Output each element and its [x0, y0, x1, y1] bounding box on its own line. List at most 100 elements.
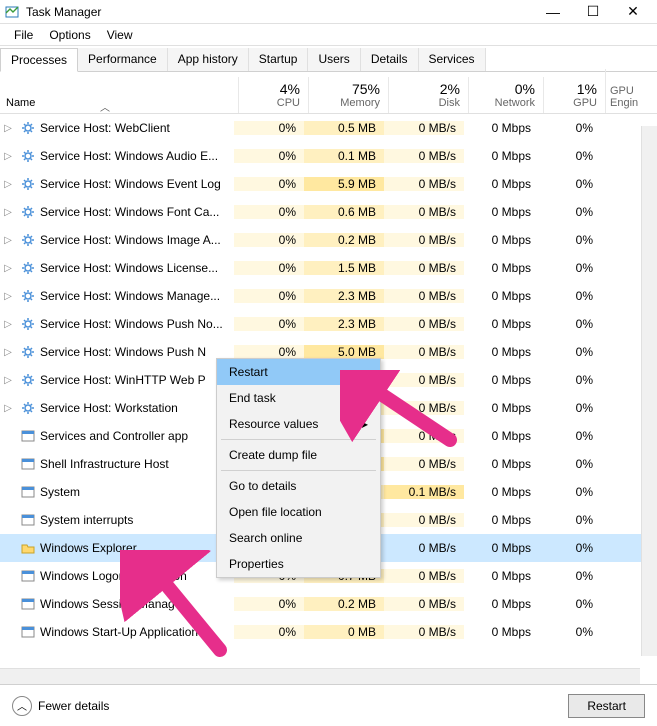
process-row[interactable]: ▷Service Host: WebClient0%0.5 MB0 MB/s0 …	[0, 114, 657, 142]
menu-item-label: Open file location	[229, 505, 322, 519]
chevron-up-icon: ︿	[12, 696, 32, 716]
tab-details[interactable]: Details	[361, 48, 419, 71]
process-row[interactable]: ▷Service Host: Windows Manage...0%2.3 MB…	[0, 282, 657, 310]
process-icon	[20, 596, 36, 612]
process-row[interactable]: ▷Service Host: Windows License...0%1.5 M…	[0, 254, 657, 282]
maximize-button[interactable]: ☐	[573, 1, 613, 23]
expand-icon[interactable]: ▷	[0, 291, 16, 302]
process-icon	[20, 372, 36, 388]
process-icon	[20, 428, 36, 444]
cell-memory: 2.3 MB	[304, 317, 384, 331]
process-name: Service Host: WebClient	[40, 121, 234, 135]
cell-memory: 0.1 MB	[304, 149, 384, 163]
menu-options[interactable]: Options	[41, 26, 98, 44]
process-row[interactable]: ▷Service Host: Windows Audio E...0%0.1 M…	[0, 142, 657, 170]
tab-processes[interactable]: Processes	[0, 48, 78, 72]
cell-gpu: 0%	[539, 373, 601, 387]
expand-icon[interactable]: ▷	[0, 403, 16, 414]
cell-network: 0 Mbps	[464, 261, 539, 275]
menu-item-open-file-location[interactable]: Open file location	[217, 499, 380, 525]
process-row[interactable]: ▷Service Host: Windows Image A...0%0.2 M…	[0, 226, 657, 254]
tab-performance[interactable]: Performance	[78, 48, 168, 71]
tabbar: ProcessesPerformanceApp historyStartupUs…	[0, 48, 657, 72]
tab-app-history[interactable]: App history	[168, 48, 249, 71]
cell-cpu: 0%	[234, 261, 304, 275]
cell-cpu: 0%	[234, 345, 304, 359]
cell-gpu: 0%	[539, 205, 601, 219]
process-name: Service Host: WinHTTP Web P	[40, 373, 234, 387]
fewer-details-button[interactable]: ︿ Fewer details	[12, 696, 109, 716]
menu-item-search-online[interactable]: Search online	[217, 525, 380, 551]
cell-disk: 0 MB/s	[384, 205, 464, 219]
header-network[interactable]: 0% Network	[468, 77, 543, 113]
expand-icon[interactable]: ▷	[0, 319, 16, 330]
cell-disk: 0 MB/s	[384, 541, 464, 555]
restart-button[interactable]: Restart	[568, 694, 645, 718]
header-cpu[interactable]: 4% CPU	[238, 77, 308, 113]
annotation-arrow-icon	[340, 370, 460, 450]
process-icon	[20, 512, 36, 528]
process-row[interactable]: Windows Start-Up Application0%0 MB0 MB/s…	[0, 618, 657, 646]
expand-icon[interactable]: ▷	[0, 347, 16, 358]
tab-users[interactable]: Users	[308, 48, 360, 71]
cell-memory: 5.9 MB	[304, 177, 384, 191]
minimize-button[interactable]: —	[533, 1, 573, 23]
menu-item-properties[interactable]: Properties	[217, 551, 380, 577]
cell-memory: 0.2 MB	[304, 233, 384, 247]
cell-network: 0 Mbps	[464, 541, 539, 555]
cell-disk: 0 MB/s	[384, 121, 464, 135]
process-row[interactable]: ▷Service Host: Windows Event Log0%5.9 MB…	[0, 170, 657, 198]
cell-network: 0 Mbps	[464, 625, 539, 639]
process-icon	[20, 260, 36, 276]
tab-services[interactable]: Services	[419, 48, 486, 71]
cell-memory: 0 MB	[304, 625, 384, 639]
expand-icon[interactable]: ▷	[0, 207, 16, 218]
process-row[interactable]: ▷Service Host: Windows Push No...0%2.3 M…	[0, 310, 657, 338]
cell-network: 0 Mbps	[464, 457, 539, 471]
process-name: Service Host: Workstation	[40, 401, 234, 415]
expand-icon[interactable]: ▷	[0, 123, 16, 134]
expand-icon[interactable]: ▷	[0, 151, 16, 162]
menu-item-label: Search online	[229, 531, 302, 545]
process-row[interactable]: Windows Session Manager0%0.2 MB0 MB/s0 M…	[0, 590, 657, 618]
menu-view[interactable]: View	[99, 26, 141, 44]
cell-disk: 0 MB/s	[384, 233, 464, 247]
header-memory[interactable]: 75% Memory	[308, 77, 388, 113]
menu-item-go-to-details[interactable]: Go to details	[217, 473, 380, 499]
process-name: Service Host: Windows Event Log	[40, 177, 234, 191]
close-button[interactable]: ✕	[613, 1, 653, 23]
cell-cpu: 0%	[234, 121, 304, 135]
process-icon	[20, 400, 36, 416]
process-name: Service Host: Windows License...	[40, 261, 234, 275]
menu-file[interactable]: File	[6, 26, 41, 44]
cell-disk: 0 MB/s	[384, 457, 464, 471]
cell-disk: 0 MB/s	[384, 345, 464, 359]
vertical-scrollbar[interactable]	[641, 126, 657, 656]
window-title: Task Manager	[26, 5, 533, 19]
cell-cpu: 0%	[234, 149, 304, 163]
expand-icon[interactable]: ▷	[0, 179, 16, 190]
header-gpu[interactable]: 1% GPU	[543, 77, 605, 113]
header-gpuengine[interactable]: GPU Engin	[605, 69, 657, 113]
process-name: System	[40, 485, 234, 499]
expand-icon[interactable]: ▷	[0, 263, 16, 274]
header-disk-pct: 2%	[397, 81, 460, 97]
tab-startup[interactable]: Startup	[249, 48, 309, 71]
expand-icon[interactable]: ▷	[0, 375, 16, 386]
process-icon	[20, 204, 36, 220]
process-icon	[20, 232, 36, 248]
cell-network: 0 Mbps	[464, 597, 539, 611]
cell-network: 0 Mbps	[464, 121, 539, 135]
horizontal-scrollbar[interactable]	[0, 668, 640, 684]
cell-memory: 0.5 MB	[304, 121, 384, 135]
header-name[interactable]: ︿ Name	[0, 93, 238, 113]
header-disk[interactable]: 2% Disk	[388, 77, 468, 113]
expand-icon[interactable]: ▷	[0, 235, 16, 246]
header-network-label: Network	[477, 97, 535, 109]
process-row[interactable]: ▷Service Host: Windows Font Ca...0%0.6 M…	[0, 198, 657, 226]
process-name: Service Host: Windows Push N	[40, 345, 234, 359]
cell-gpu: 0%	[539, 121, 601, 135]
menu-item-label: End task	[229, 391, 276, 405]
cell-disk: 0 MB/s	[384, 289, 464, 303]
cell-disk: 0 MB/s	[384, 597, 464, 611]
